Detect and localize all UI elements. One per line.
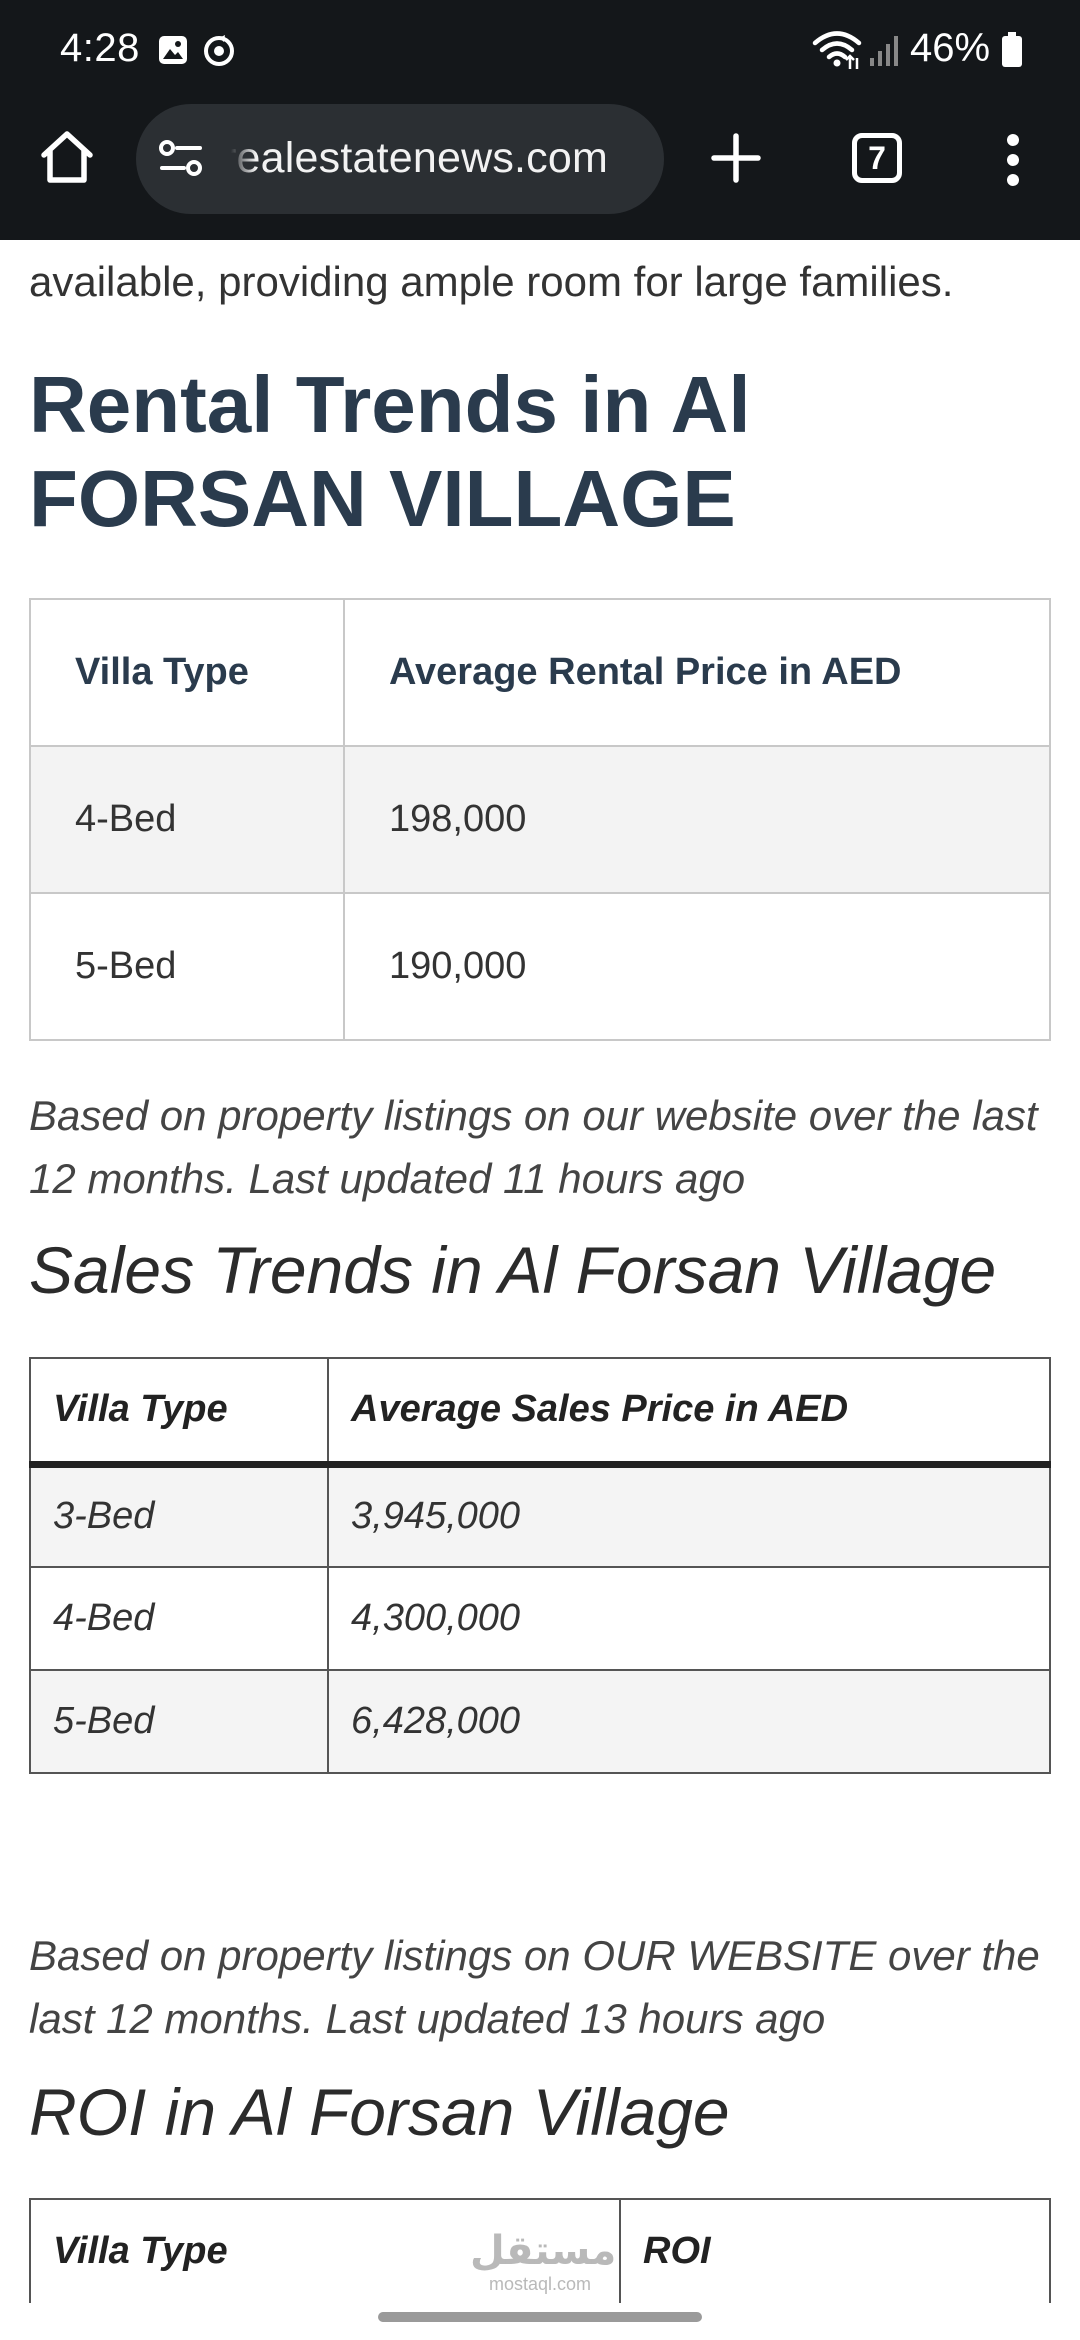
sales-heading: Sales Trends in Al Forsan Village <box>29 1233 997 1307</box>
page-content[interactable]: available, providing ample room for larg… <box>0 240 1080 2340</box>
table-row: 4-Bed 4,300,000 <box>29 1566 1051 1671</box>
battery-icon <box>1002 32 1022 67</box>
gesture-bar[interactable] <box>378 2312 702 2322</box>
table-cell: 5-Bed <box>29 1669 329 1774</box>
site-settings-icon[interactable] <box>158 137 204 179</box>
gallery-icon <box>159 36 187 64</box>
plus-icon[interactable] <box>708 130 764 186</box>
signal-icon <box>870 36 898 66</box>
table-header-cell: Villa Type <box>29 598 345 747</box>
intro-text: available, providing ample room for larg… <box>29 258 954 305</box>
table-cell: 3,945,000 <box>327 1463 1051 1568</box>
table-row: 3-Bed 3,945,000 <box>29 1463 1051 1568</box>
table-cell: 3-Bed <box>29 1463 329 1568</box>
sync-icon <box>204 35 234 66</box>
table-cell: 5-Bed <box>29 892 345 1041</box>
table-cell: 190,000 <box>343 892 1051 1041</box>
table-header-cell: ROI <box>619 2199 1051 2303</box>
rental-heading: Rental Trends in Al FORSAN VILLAGE <box>29 360 751 543</box>
sales-note: Based on property listings on OUR WEBSIT… <box>29 1932 1040 2042</box>
table-cell: 4-Bed <box>29 745 345 894</box>
rental-table: Villa Type Average Rental Price in AED 4… <box>29 598 1051 1041</box>
table-header-row: Villa Type Average Rental Price in AED <box>29 598 1051 747</box>
wifi-icon <box>812 31 862 69</box>
sales-table: Villa Type Average Sales Price in AED 3-… <box>29 1357 1051 1774</box>
table-header-cell: Average Rental Price in AED <box>343 598 1051 747</box>
rental-note: Based on property listings on our websit… <box>29 1092 1038 1202</box>
table-header-cell: Average Sales Price in AED <box>327 1357 1051 1465</box>
table-cell: 198,000 <box>343 745 1051 894</box>
table-cell: 4,300,000 <box>327 1566 1051 1671</box>
table-row: 5-Bed 6,428,000 <box>29 1669 1051 1774</box>
table-header-row: Villa Type Average Sales Price in AED <box>29 1357 1051 1465</box>
url-bar[interactable]: realestatenews.com <box>136 104 664 214</box>
watermark-logo: مستقل mostaql.com <box>470 2228 617 2294</box>
table-cell: 6,428,000 <box>327 1669 1051 1774</box>
table-row: 5-Bed 190,000 <box>29 892 1051 1041</box>
url-text[interactable]: realestatenews.com <box>222 134 608 183</box>
browser-chrome: 4:28 46% realestatenews.com 7 <box>0 0 1080 240</box>
url-fade <box>220 104 256 214</box>
table-header-cell: Villa Type <box>29 1357 329 1465</box>
table-cell: 4-Bed <box>29 1566 329 1671</box>
more-vert-icon[interactable] <box>1001 132 1025 188</box>
table-row: 4-Bed 198,000 <box>29 745 1051 894</box>
status-bar: 4:28 46% <box>0 0 1080 102</box>
battery-percent: 46% <box>910 26 991 70</box>
status-time: 4:28 <box>60 26 140 70</box>
watermark-latin: mostaql.com <box>488 2274 592 2294</box>
watermark-arabic: مستقل <box>470 2228 617 2274</box>
home-icon[interactable] <box>38 128 96 186</box>
tabs-icon[interactable]: 7 <box>852 133 902 183</box>
roi-heading: ROI in Al Forsan Village <box>29 2075 730 2149</box>
